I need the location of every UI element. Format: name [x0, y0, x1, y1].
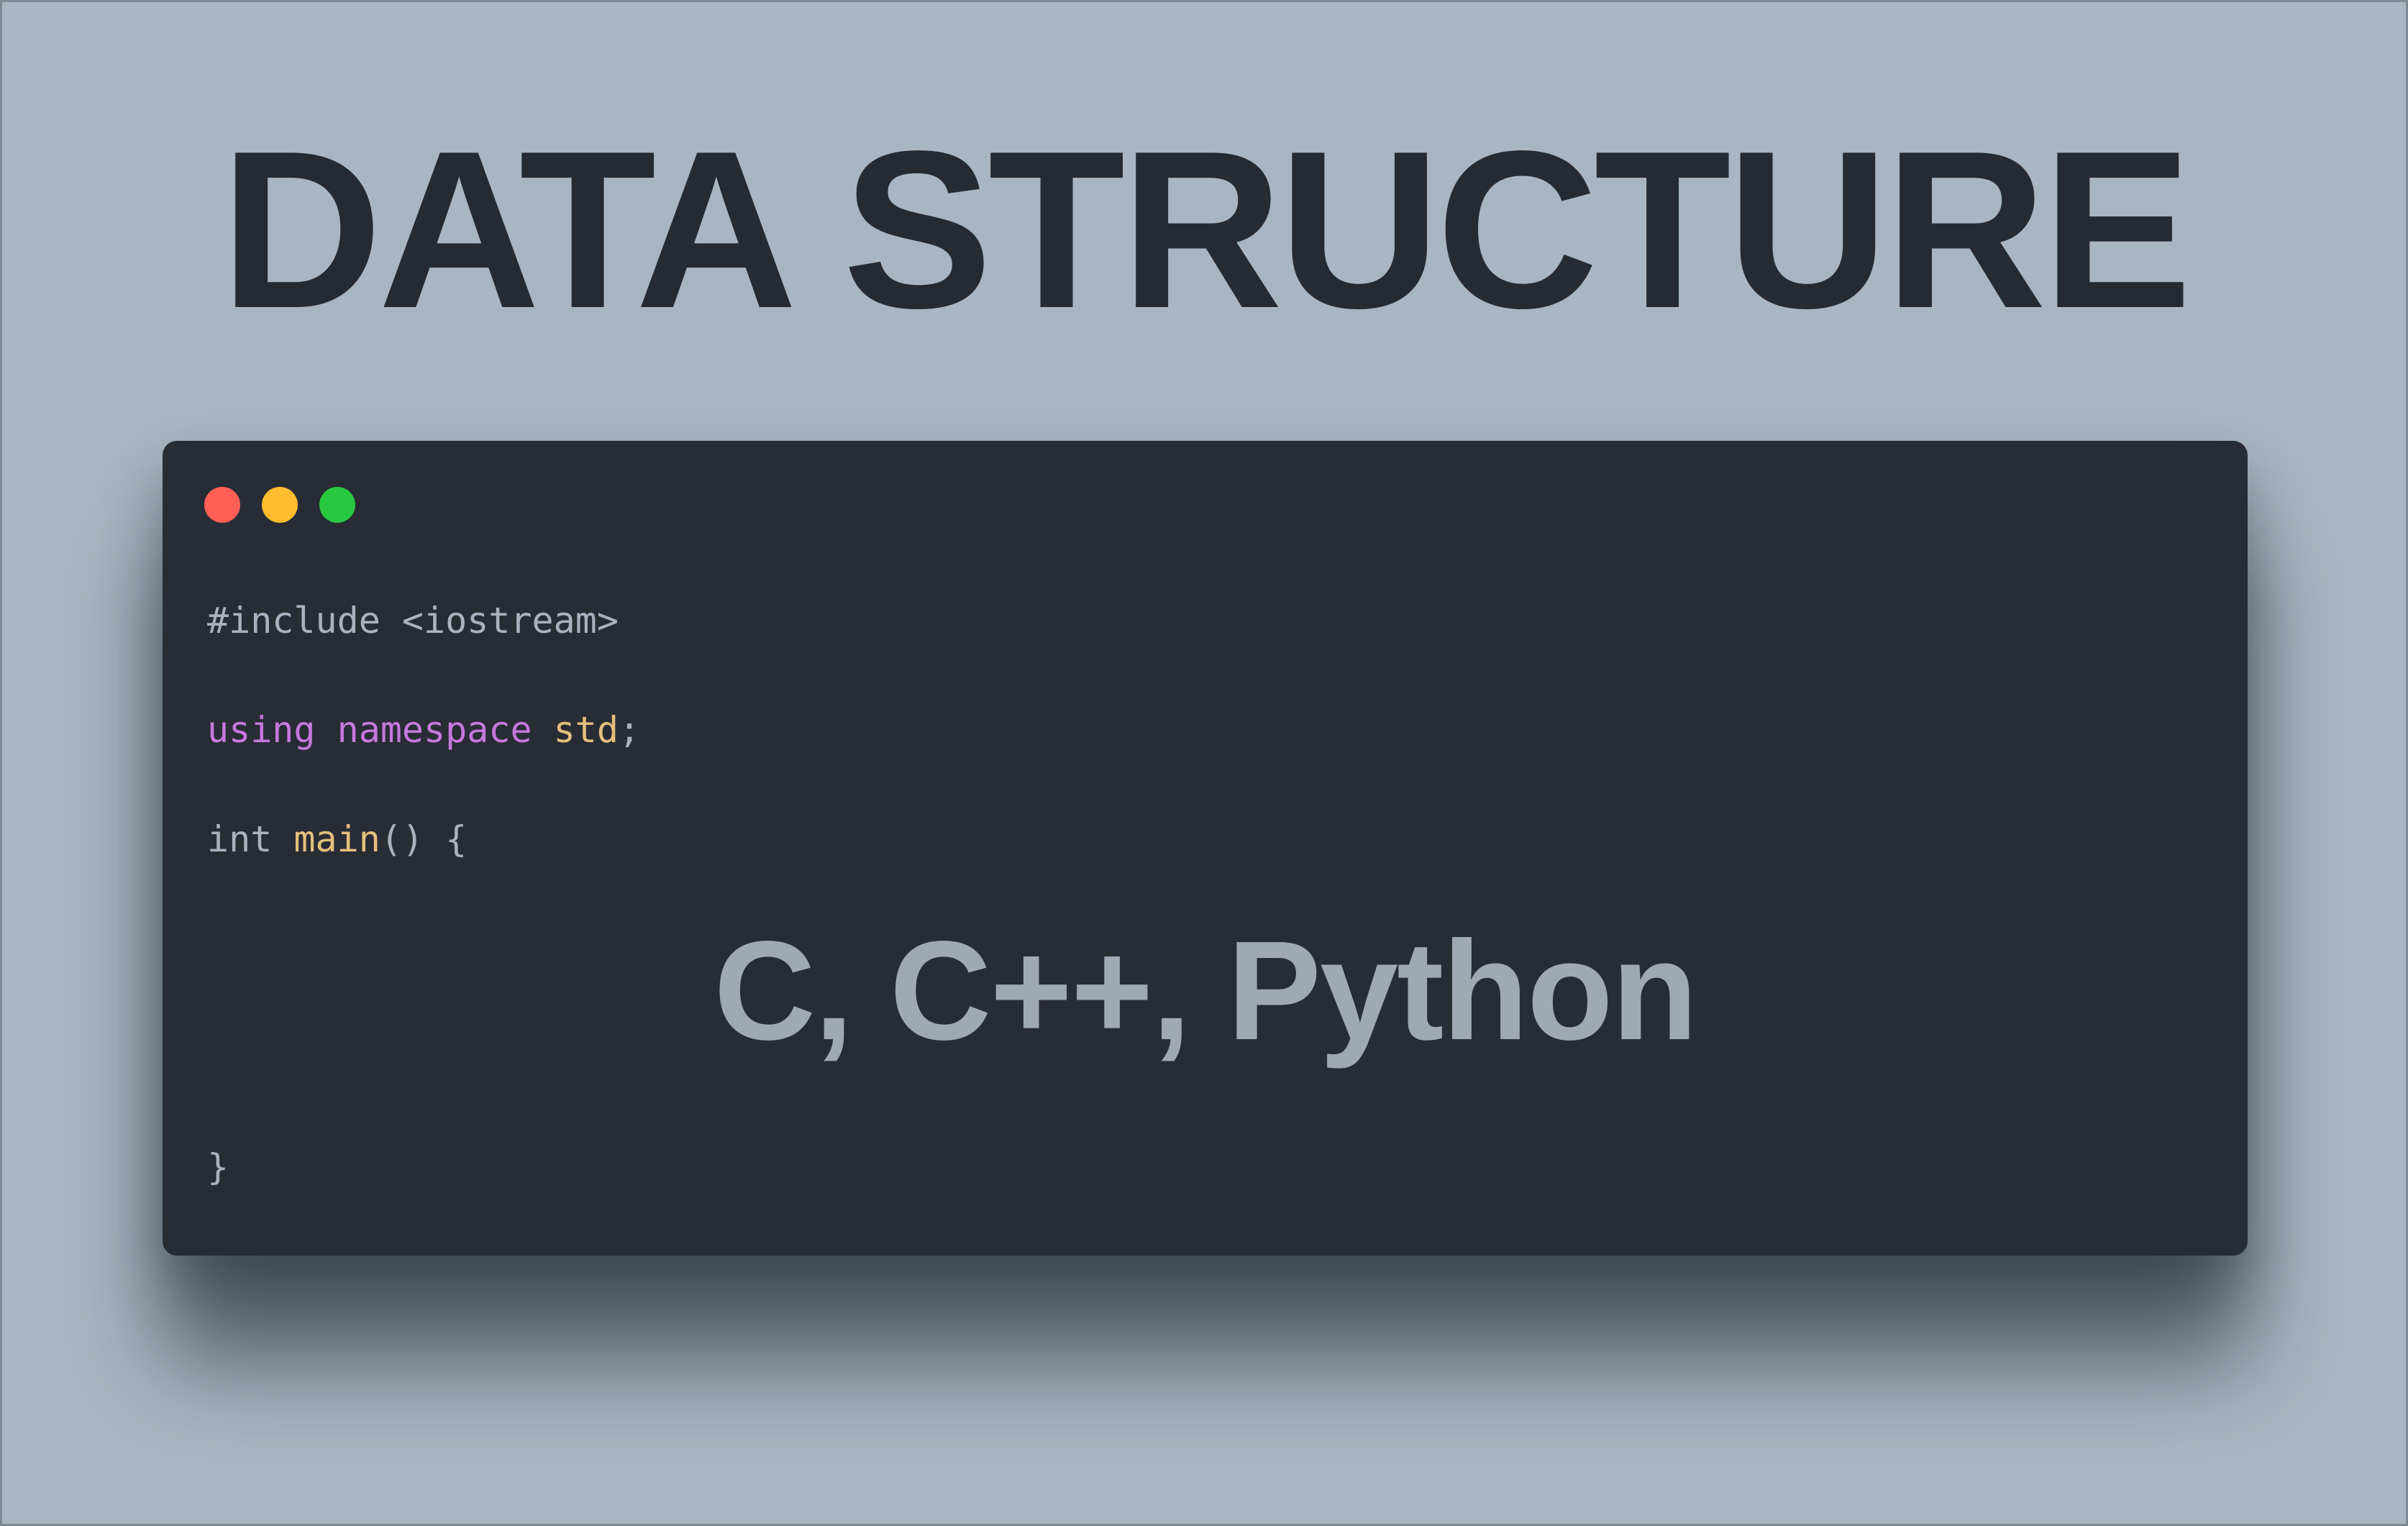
- code-line-using: using namespace std;: [207, 708, 640, 751]
- keyword-using: using: [207, 709, 316, 751]
- type-int: int: [207, 818, 273, 860]
- function-main: main: [293, 818, 380, 860]
- close-window-icon[interactable]: [204, 487, 240, 523]
- code-line-close-brace: }: [207, 1146, 229, 1188]
- code-window: #include <iostream> using namespace std;…: [163, 441, 2248, 1256]
- code-line-include: #include <iostream>: [207, 600, 619, 641]
- maximize-window-icon[interactable]: [319, 487, 355, 523]
- main-signature: () {: [380, 818, 468, 860]
- code-line-main: int main() {: [207, 818, 467, 861]
- semicolon: ;: [618, 709, 641, 751]
- namespace-std: std: [553, 709, 619, 751]
- minimize-window-icon[interactable]: [262, 487, 298, 523]
- keyword-namespace: namespace: [337, 709, 532, 751]
- page-title: DATA STRUCTURE: [220, 105, 2192, 355]
- languages-overlay: C, C++, Python: [713, 912, 1697, 1069]
